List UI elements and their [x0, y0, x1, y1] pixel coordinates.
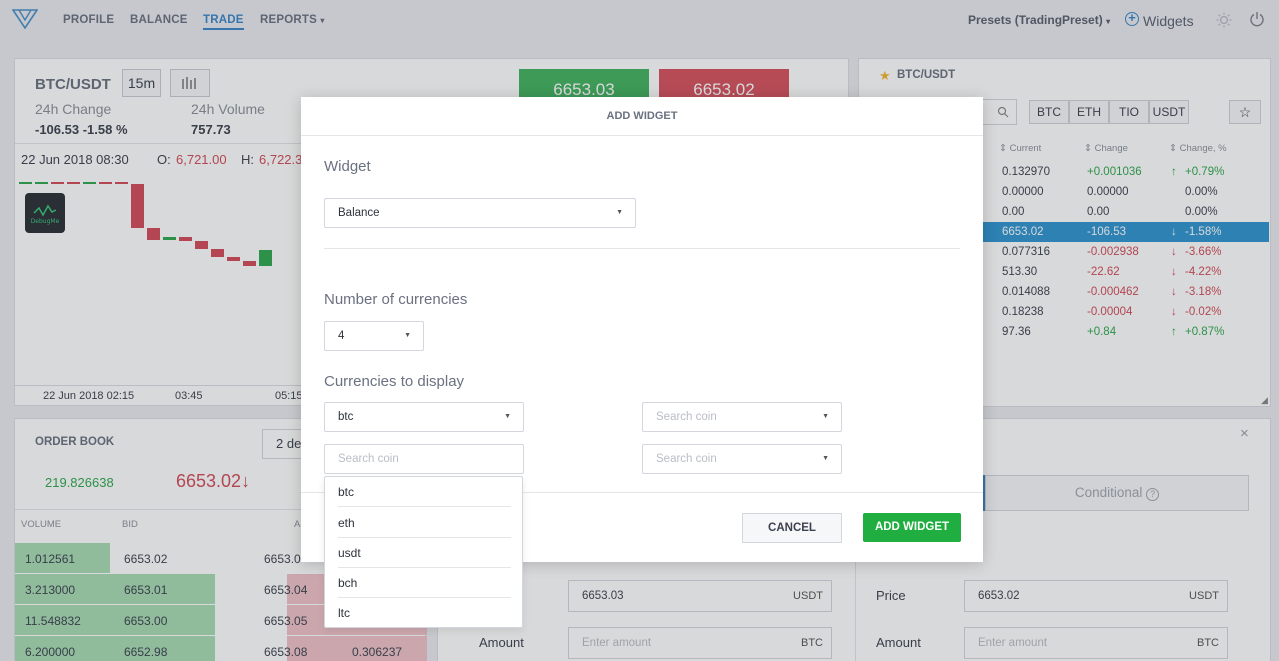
currency-dropdown: btc eth usdt bch ltc: [324, 476, 523, 628]
currency-select-2[interactable]: Search coin ▼: [642, 402, 842, 432]
dropdown-option[interactable]: btc: [338, 477, 511, 507]
add-widget-button[interactable]: ADD WIDGET: [863, 513, 961, 542]
search-placeholder: Search coin: [338, 453, 399, 465]
caret-icon: ▼: [616, 209, 623, 216]
dropdown-option[interactable]: ltc: [338, 598, 511, 628]
num-currencies-value: 4: [338, 330, 345, 342]
caret-icon: ▼: [822, 455, 829, 462]
currencies-label: Currencies to display: [324, 373, 465, 390]
num-currencies-select[interactable]: 4 ▼: [324, 321, 424, 351]
currency-select-1-value: btc: [338, 411, 354, 423]
currency-select-1[interactable]: btc ▼: [324, 402, 524, 432]
currency-select-4[interactable]: Search coin ▼: [642, 444, 842, 474]
caret-icon: ▼: [822, 413, 829, 420]
cancel-button[interactable]: CANCEL: [742, 513, 842, 543]
dropdown-option[interactable]: eth: [338, 508, 511, 538]
caret-icon: ▼: [404, 332, 411, 339]
dropdown-option[interactable]: bch: [338, 568, 511, 598]
modal-title: ADD WIDGET: [606, 110, 678, 122]
divider: [324, 248, 960, 249]
num-currencies-label: Number of currencies: [324, 291, 468, 308]
currency-search-input[interactable]: Search coin: [324, 444, 524, 474]
widget-label: Widget: [324, 158, 371, 175]
divider: [301, 135, 983, 136]
dropdown-option[interactable]: usdt: [338, 538, 511, 568]
caret-icon: ▼: [504, 413, 511, 420]
search-placeholder: Search coin: [656, 453, 717, 465]
search-placeholder: Search coin: [656, 411, 717, 423]
widget-select[interactable]: Balance ▼: [324, 198, 636, 228]
widget-select-value: Balance: [338, 207, 380, 219]
